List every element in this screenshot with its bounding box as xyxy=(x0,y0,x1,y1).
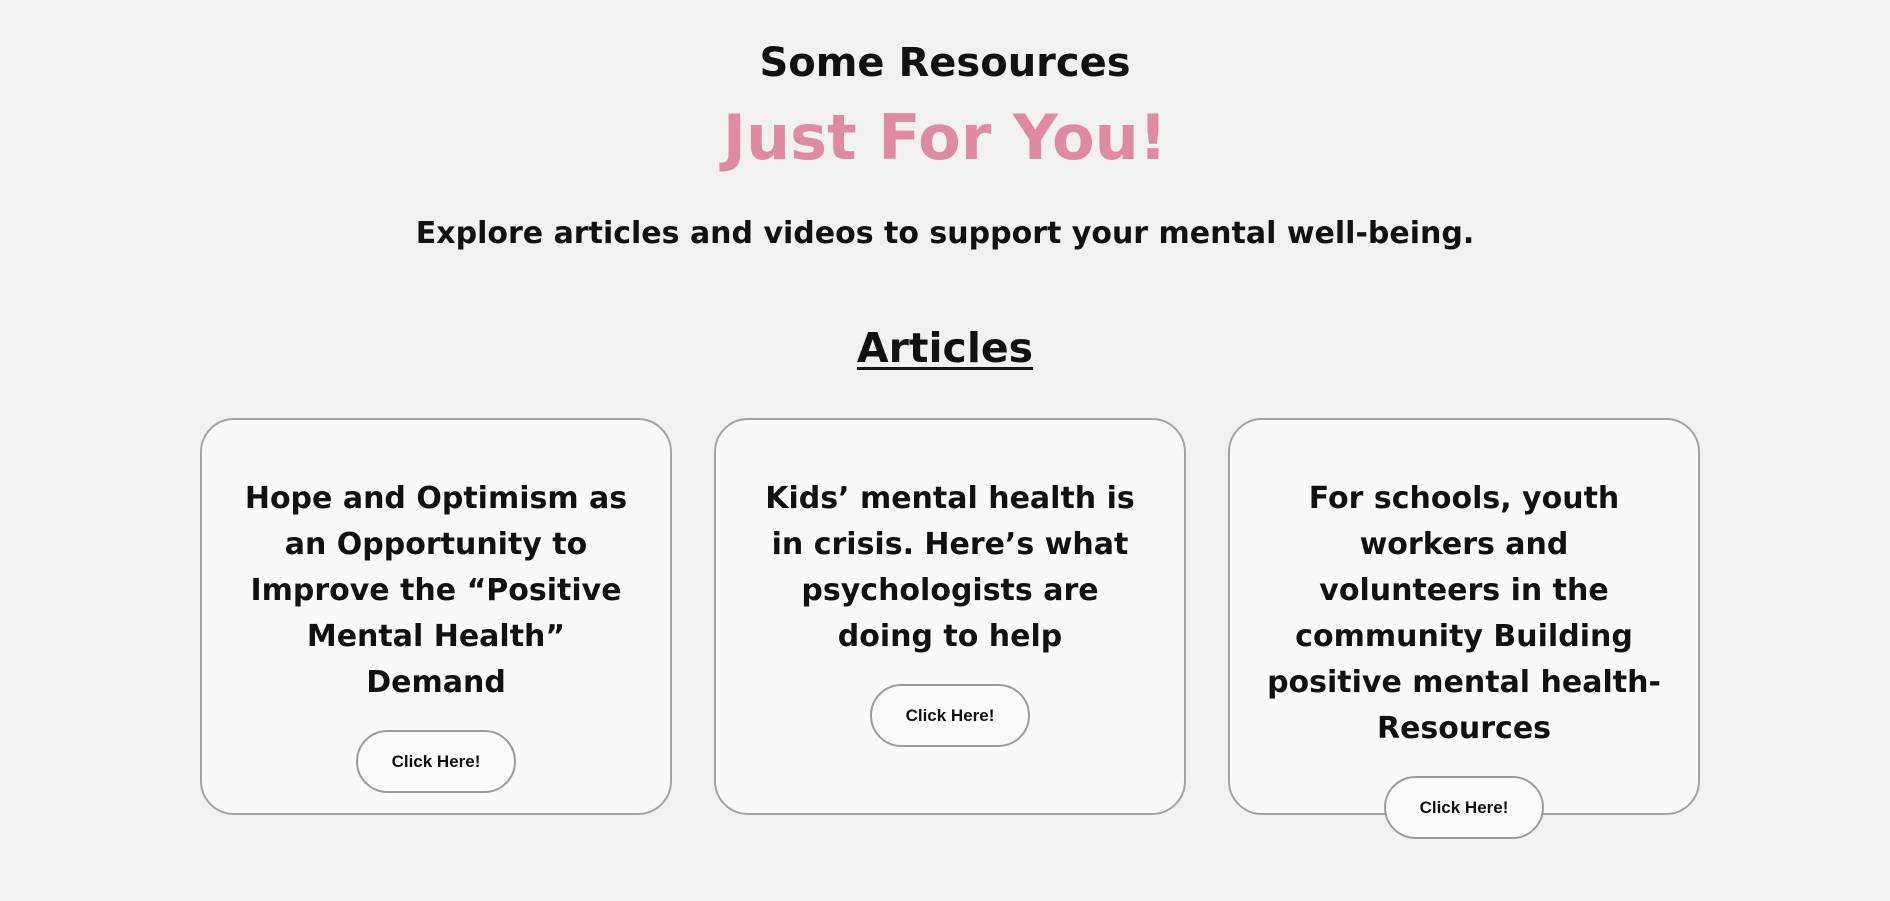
article-card-title: Hope and Optimism as an Opportunity to I… xyxy=(244,481,628,700)
article-link-button[interactable]: Click Here! xyxy=(356,730,516,793)
article-card-community-resources: For schools, youth workers and volunteer… xyxy=(1228,418,1700,839)
articles-section-title: Articles xyxy=(856,324,1034,372)
page-title: Just For You! xyxy=(722,101,1168,174)
article-card-title: For schools, youth workers and volunteer… xyxy=(1267,481,1661,746)
section-kicker: Some Resources xyxy=(759,40,1131,86)
article-card-title: Kids’ mental health is in crisis. Here’s… xyxy=(765,481,1135,654)
resources-page: Some Resources Just For You! Explore art… xyxy=(0,0,1890,901)
article-link-button[interactable]: Click Here! xyxy=(870,684,1030,747)
article-card-positive-mental-health: Hope and Optimism as an Opportunity to I… xyxy=(200,418,672,815)
article-link-button[interactable]: Click Here! xyxy=(1384,776,1544,839)
article-card-kids-mental-health: Kids’ mental health is in crisis. Here’s… xyxy=(714,418,1186,815)
page-subtitle: Explore articles and videos to support y… xyxy=(415,216,1475,251)
article-card-list: Hope and Optimism as an Opportunity to I… xyxy=(200,418,1700,839)
